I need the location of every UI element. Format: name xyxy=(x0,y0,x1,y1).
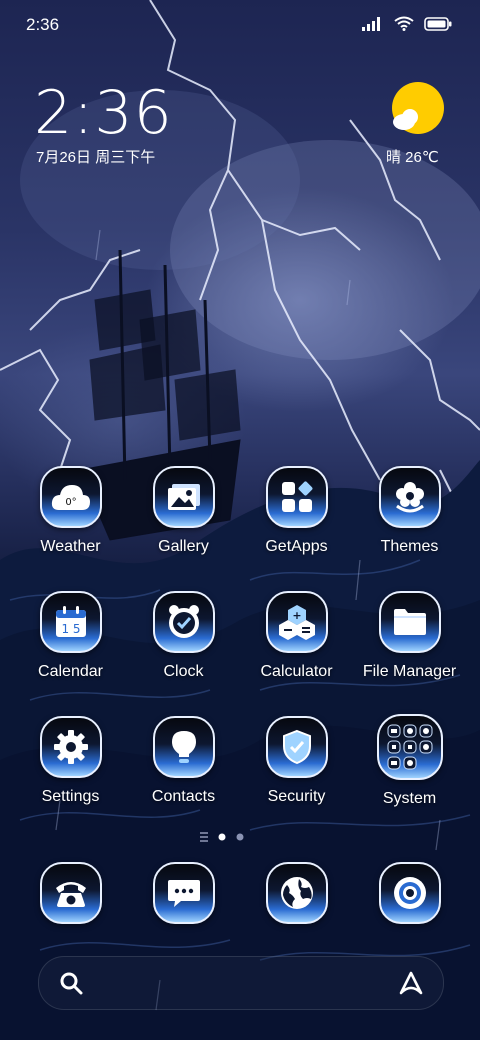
app-label: Calendar xyxy=(38,663,103,680)
app-clock[interactable]: Clock xyxy=(127,591,240,681)
app-calendar[interactable]: 1 5 Calendar xyxy=(14,591,127,681)
app-file-manager[interactable]: File Manager xyxy=(353,591,466,681)
page-dot-active xyxy=(218,833,226,841)
app-settings[interactable]: Settings xyxy=(14,716,127,806)
status-bar: 2:36 xyxy=(0,0,480,50)
battery-icon xyxy=(424,16,452,36)
signal-icon xyxy=(362,16,384,36)
wifi-icon xyxy=(394,16,414,36)
app-label: Clock xyxy=(163,663,204,680)
svg-text:1 5: 1 5 xyxy=(61,622,80,636)
status-icons xyxy=(362,16,452,36)
page-indicator[interactable] xyxy=(200,830,280,842)
app-getapps[interactable]: GetApps xyxy=(240,466,353,556)
clock-widget-time[interactable]: 2:36 xyxy=(34,78,173,148)
dock-camera[interactable] xyxy=(353,862,466,924)
clock-icon xyxy=(152,591,215,653)
app-calculator[interactable]: + Calculator xyxy=(240,591,353,681)
page-dot xyxy=(236,833,244,841)
dock-phone[interactable] xyxy=(14,862,127,924)
app-weather[interactable]: 0° Weather xyxy=(14,466,127,556)
app-label: Security xyxy=(267,788,326,805)
weather-icon: 0° xyxy=(39,466,102,528)
dock xyxy=(0,862,480,932)
camera-icon xyxy=(378,862,441,924)
app-themes[interactable]: Themes xyxy=(353,466,466,556)
app-label: System xyxy=(382,790,437,807)
app-gallery[interactable]: Gallery xyxy=(127,466,240,556)
phone-icon xyxy=(39,862,102,924)
search-icon[interactable] xyxy=(59,971,83,1000)
app-label: Weather xyxy=(40,538,101,555)
app-contacts[interactable]: Contacts xyxy=(127,716,240,806)
app-label: File Manager xyxy=(362,663,457,680)
app-system-folder[interactable]: System xyxy=(353,714,466,808)
gallery-icon xyxy=(152,466,215,528)
calculator-icon: + xyxy=(265,591,328,653)
search-bar[interactable] xyxy=(38,956,444,1010)
system-folder-icon xyxy=(376,714,443,780)
app-label: Themes xyxy=(380,538,439,555)
app-security[interactable]: Security xyxy=(240,716,353,806)
app-grid-row-1: 0° Weather Gallery GetApps Themes xyxy=(0,466,480,576)
weather-widget[interactable]: 晴 26℃ xyxy=(380,80,460,170)
app-label: Settings xyxy=(41,788,100,805)
getapps-icon xyxy=(265,466,328,528)
svg-text:0°: 0° xyxy=(65,497,76,508)
app-grid-row-3: Settings Contacts Security System xyxy=(0,714,480,826)
app-label: Contacts xyxy=(151,788,216,805)
themes-icon xyxy=(378,466,441,528)
clock-widget-date[interactable]: 7月26日 周三下午 xyxy=(36,146,155,167)
security-icon xyxy=(265,716,328,778)
app-drawer-lines-icon xyxy=(200,832,208,842)
messages-icon xyxy=(152,862,215,924)
weather-widget-text: 晴 26℃ xyxy=(386,149,439,166)
app-label: Gallery xyxy=(158,538,209,555)
assistant-icon[interactable] xyxy=(397,969,425,1002)
status-time: 2:36 xyxy=(26,15,60,34)
dock-browser[interactable] xyxy=(240,862,353,924)
svg-text:+: + xyxy=(292,609,301,622)
app-grid-row-2: 1 5 Calendar Clock + Calculator File Man… xyxy=(0,591,480,701)
file-manager-icon xyxy=(378,591,441,653)
browser-icon xyxy=(265,862,328,924)
calendar-icon: 1 5 xyxy=(39,591,102,653)
app-label: GetApps xyxy=(265,538,328,555)
contacts-icon xyxy=(152,716,215,778)
app-label: Calculator xyxy=(260,663,333,680)
settings-icon xyxy=(39,716,102,778)
dock-messages[interactable] xyxy=(127,862,240,924)
